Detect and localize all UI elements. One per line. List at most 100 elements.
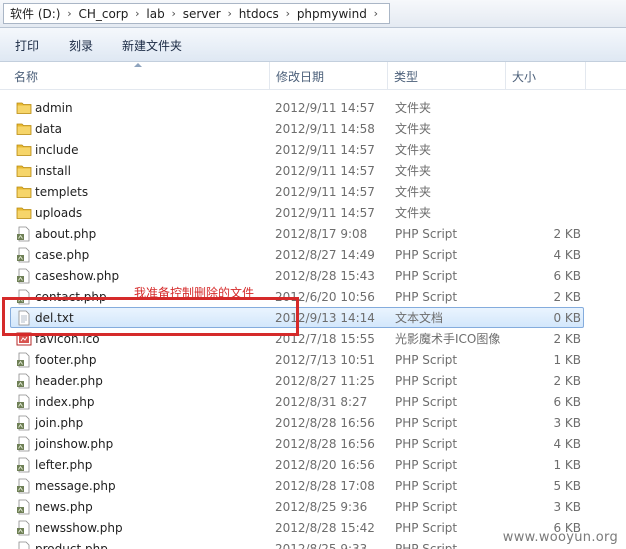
file-name: lefter.php bbox=[35, 457, 93, 472]
php-file-icon bbox=[16, 478, 32, 494]
php-file-icon bbox=[16, 226, 32, 242]
file-size: 2 KB bbox=[553, 373, 581, 388]
file-row[interactable]: caseshow.php 2012/8/28 15:43 PHP Script 6 K… bbox=[10, 265, 584, 286]
file-row[interactable]: uploads 2012/9/11 14:57 文件夹 bbox=[10, 202, 584, 223]
file-date: 2012/9/11 14:57 bbox=[275, 205, 375, 220]
file-type: PHP Script bbox=[395, 352, 458, 367]
file-date: 2012/9/11 14:57 bbox=[275, 163, 375, 178]
php-file-icon bbox=[16, 457, 32, 473]
file-size: 1 KB bbox=[553, 457, 581, 472]
file-row[interactable]: news.php 2012/8/25 9:36 PHP Script 3 KB bbox=[10, 496, 584, 517]
file-type: PHP Script bbox=[395, 373, 458, 388]
folder-icon bbox=[16, 184, 32, 200]
file-size: 2 KB bbox=[553, 331, 581, 346]
file-date: 2012/9/11 14:57 bbox=[275, 142, 375, 157]
file-row[interactable]: install 2012/9/11 14:57 文件夹 bbox=[10, 160, 584, 181]
command-bar: 打印 刻录 新建文件夹 bbox=[0, 28, 626, 62]
file-row[interactable]: join.php 2012/8/28 16:56 PHP Script 3 KB bbox=[10, 412, 584, 433]
breadcrumb-item[interactable]: server bbox=[181, 4, 223, 23]
file-date: 2012/9/11 14:57 bbox=[275, 184, 375, 199]
column-header-date[interactable]: 修改日期 bbox=[270, 62, 388, 90]
file-name: join.php bbox=[35, 415, 84, 430]
file-date: 2012/8/28 15:42 bbox=[275, 520, 375, 535]
breadcrumb-item[interactable]: phpmywind bbox=[295, 4, 369, 23]
file-row[interactable]: templets 2012/9/11 14:57 文件夹 bbox=[10, 181, 584, 202]
address-bar: 软件 (D:) › CH_corp › lab › server › htdocs › phpmyw… bbox=[0, 0, 626, 28]
burn-button[interactable]: 刻录 bbox=[69, 36, 93, 54]
chevron-right-icon[interactable]: › bbox=[223, 4, 237, 23]
file-size: 5 KB bbox=[553, 478, 581, 493]
file-size: 1 KB bbox=[553, 352, 581, 367]
file-type: 文件夹 bbox=[395, 164, 432, 178]
file-date: 2012/8/28 15:43 bbox=[275, 268, 375, 283]
watermark: www.wooyun.org bbox=[502, 530, 618, 545]
file-date: 2012/8/25 9:36 bbox=[275, 499, 368, 514]
file-date: 2012/8/28 16:56 bbox=[275, 415, 375, 430]
file-name: newsshow.php bbox=[35, 520, 123, 535]
file-row[interactable]: about.php 2012/8/17 9:08 PHP Script 2 KB bbox=[10, 223, 584, 244]
file-name: joinshow.php bbox=[35, 436, 114, 451]
file-name: header.php bbox=[35, 373, 103, 388]
file-date: 2012/8/31 8:27 bbox=[275, 394, 368, 409]
file-type: PHP Script bbox=[395, 268, 458, 283]
file-row[interactable]: header.php 2012/8/27 11:25 PHP Script 2 KB bbox=[10, 370, 584, 391]
file-row[interactable]: case.php 2012/8/27 14:49 PHP Script 4 KB bbox=[10, 244, 584, 265]
column-header-size[interactable]: 大小 bbox=[506, 62, 586, 90]
file-type: 文件夹 bbox=[395, 122, 432, 136]
file-size: 2 KB bbox=[553, 226, 581, 241]
php-file-icon bbox=[16, 247, 32, 263]
file-date: 2012/9/11 14:57 bbox=[275, 100, 375, 115]
file-type: PHP Script bbox=[395, 457, 458, 472]
file-row[interactable]: message.php 2012/8/28 17:08 PHP Script 5 KB bbox=[10, 475, 584, 496]
new-folder-button[interactable]: 新建文件夹 bbox=[122, 36, 182, 54]
file-type: 文件夹 bbox=[395, 185, 432, 199]
file-size: 3 KB bbox=[553, 499, 581, 514]
folder-icon bbox=[16, 163, 32, 179]
file-date: 2012/8/28 16:56 bbox=[275, 436, 375, 451]
folder-icon bbox=[16, 205, 32, 221]
column-header-bar: 名称 修改日期 类型 大小 bbox=[0, 62, 626, 90]
file-row[interactable]: joinshow.php 2012/8/28 16:56 PHP Script 4 K… bbox=[10, 433, 584, 454]
annotation-highlight-box bbox=[2, 297, 299, 336]
file-name: product.php bbox=[35, 541, 108, 549]
file-type: 文本文档 bbox=[395, 311, 444, 325]
php-file-icon bbox=[16, 541, 32, 549]
file-row[interactable]: data 2012/9/11 14:58 文件夹 bbox=[10, 118, 584, 139]
file-size: 4 KB bbox=[553, 247, 581, 262]
php-file-icon bbox=[16, 436, 32, 452]
breadcrumb-item[interactable]: htdocs bbox=[237, 4, 281, 23]
file-type: PHP Script bbox=[395, 478, 458, 493]
file-size: 4 KB bbox=[553, 436, 581, 451]
file-date: 2012/8/27 14:49 bbox=[275, 247, 375, 262]
chevron-right-icon[interactable]: › bbox=[130, 4, 144, 23]
file-name: news.php bbox=[35, 499, 93, 514]
file-row[interactable]: admin 2012/9/11 14:57 文件夹 bbox=[10, 97, 584, 118]
chevron-right-icon[interactable]: › bbox=[62, 4, 76, 23]
file-name: index.php bbox=[35, 394, 95, 409]
breadcrumb-item[interactable]: CH_corp bbox=[76, 4, 130, 23]
chevron-right-icon[interactable]: › bbox=[369, 4, 383, 23]
file-row[interactable]: lefter.php 2012/8/20 16:56 PHP Script 1 KB bbox=[10, 454, 584, 475]
file-date: 2012/7/13 10:51 bbox=[275, 352, 375, 367]
chevron-right-icon[interactable]: › bbox=[281, 4, 295, 23]
file-type: PHP Script bbox=[395, 436, 458, 451]
breadcrumb[interactable]: 软件 (D:) › CH_corp › lab › server › htdocs › phpmyw… bbox=[3, 3, 390, 24]
file-name: footer.php bbox=[35, 352, 97, 367]
column-header-type[interactable]: 类型 bbox=[388, 62, 506, 90]
breadcrumb-item[interactable]: 软件 (D:) bbox=[8, 4, 62, 23]
file-name: include bbox=[35, 142, 79, 157]
chevron-right-icon[interactable]: › bbox=[167, 4, 181, 23]
file-row[interactable]: include 2012/9/11 14:57 文件夹 bbox=[10, 139, 584, 160]
file-type: PHP Script bbox=[395, 499, 458, 514]
file-name: message.php bbox=[35, 478, 116, 493]
file-row[interactable]: newsshow.php 2012/8/28 15:42 PHP Script 6 K… bbox=[10, 517, 584, 538]
file-row[interactable]: footer.php 2012/7/13 10:51 PHP Script 1 KB bbox=[10, 349, 584, 370]
file-type: PHP Script bbox=[395, 415, 458, 430]
file-name: admin bbox=[35, 100, 73, 115]
breadcrumb-item[interactable]: lab bbox=[144, 4, 166, 23]
print-button[interactable]: 打印 bbox=[15, 36, 39, 54]
column-header-name[interactable]: 名称 bbox=[8, 62, 270, 90]
file-row[interactable]: index.php 2012/8/31 8:27 PHP Script 6 KB bbox=[10, 391, 584, 412]
folder-icon bbox=[16, 142, 32, 158]
file-row[interactable]: product.php 2012/8/25 9:33 PHP Script bbox=[10, 538, 584, 549]
